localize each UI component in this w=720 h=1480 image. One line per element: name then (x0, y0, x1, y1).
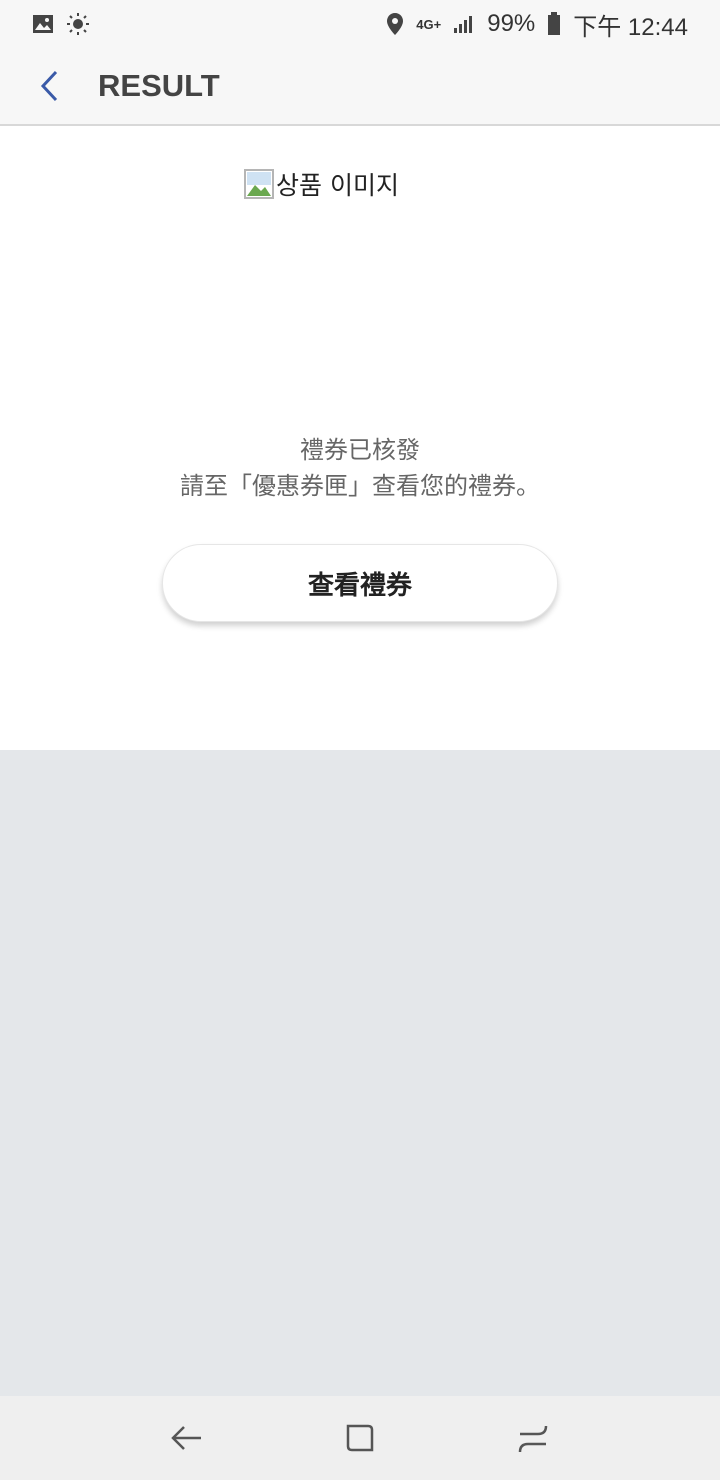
product-image-alt: 상품 이미지 (276, 171, 399, 200)
battery-percent: 99% (487, 10, 536, 37)
page-title: RESULT (98, 68, 220, 103)
location-icon (387, 13, 404, 35)
result-message: 禮券已核發 請至「優惠券匣」查看您的禮券。 (0, 432, 720, 504)
recents-icon (519, 1425, 548, 1453)
view-coupon-button[interactable]: 查看禮券 (162, 544, 558, 622)
back-button[interactable] (20, 56, 80, 116)
back-arrow-icon (170, 1426, 201, 1450)
brightness-icon (67, 13, 89, 35)
app-bar: RESULT (0, 48, 720, 126)
nav-recents-button[interactable] (493, 1408, 573, 1468)
result-content: 상품 이미지 禮券已核發 請至「優惠券匣」查看您的禮券。 查看禮券 (0, 126, 720, 750)
broken-image-icon (244, 169, 274, 199)
status-left (32, 12, 90, 36)
product-image: 상품 이미지 (244, 166, 399, 202)
signal-icon (454, 16, 473, 33)
network-type: 4G+ (416, 16, 442, 32)
message-line-2: 請至「優惠券匣」查看您的禮券。 (180, 472, 540, 500)
screen: 4G+ 99% 下午 12:44 RESULT 상품 이미지 禮券已核發 請至「… (0, 0, 720, 1480)
clock: 下午 12:44 (573, 13, 688, 41)
status-bar: 4G+ 99% 下午 12:44 (0, 0, 720, 48)
nav-back-button[interactable] (147, 1408, 227, 1468)
home-square-icon (346, 1424, 374, 1452)
message-line-1: 禮券已核發 (300, 436, 420, 464)
status-right: 4G+ 99% 下午 12:44 (386, 7, 688, 42)
gallery-icon (33, 15, 53, 33)
battery-icon (548, 12, 561, 35)
chevron-left-icon (40, 70, 58, 102)
navigation-bar (0, 1396, 720, 1480)
nav-home-button[interactable] (320, 1408, 400, 1468)
